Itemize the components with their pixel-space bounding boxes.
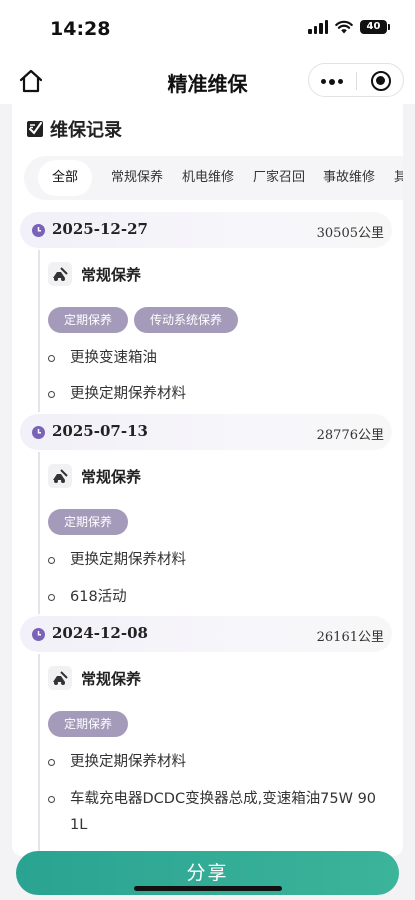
entry-header: 2024-12-08 26161公里 [20,616,392,652]
mini-program-capsule [308,63,404,97]
entry-type-label: 常规保养 [81,265,142,284]
status-icons: 40 [308,20,390,34]
entry-date: 2024-12-08 [52,624,148,642]
tag: 定期保养 [48,509,129,535]
clock-icon [32,628,45,641]
entry-type-label: 常规保养 [81,467,142,486]
bullet-icon [48,355,55,362]
tag: 定期保养 [48,711,129,737]
tab-regular-maintenance[interactable]: 常规保养 [111,156,163,200]
tab-all[interactable]: 全部 [38,160,93,196]
record-icon [27,121,43,137]
status-bar: 14:28 40 [0,0,415,58]
entry-type: 常规保养 [48,262,141,286]
wrench-car-icon [48,666,72,690]
close-mini-program-icon[interactable] [371,71,391,91]
bullet-icon [48,796,55,803]
entry-mileage: 26161公里 [316,630,384,645]
status-time: 14:28 [50,18,111,40]
entry-header: 2025-07-13 28776公里 [20,414,392,450]
wrench-car-icon [48,262,72,286]
more-icon[interactable] [321,78,343,85]
signal-icon [308,20,328,34]
tab-manufacturer-recall[interactable]: 厂家召回 [253,156,305,200]
clock-icon [32,224,45,237]
tag: 传动系统保养 [134,307,239,333]
entry-type-label: 常规保养 [81,669,142,688]
home-indicator [134,886,282,891]
entry-header: 2025-12-27 30505公里 [20,212,392,248]
capsule-divider [356,72,357,90]
battery-icon: 40 [360,20,390,34]
clock-icon [32,426,45,439]
entry-date: 2025-07-13 [52,422,148,440]
section-title: 维保记录 [50,120,122,141]
entry-type: 常规保养 [48,464,141,488]
timeline-line [38,452,40,614]
timeline-line [38,250,40,412]
entry-date: 2025-12-27 [52,220,148,238]
bullet-icon [48,557,55,564]
wrench-car-icon [48,464,72,488]
bullet-icon [48,759,55,766]
entry-type: 常规保养 [48,666,141,690]
nav-bar: 精准维保 [0,58,415,104]
bullet-icon [48,594,55,601]
timeline-line [38,654,40,854]
entry-tags: 定期保养 [48,711,129,737]
section-header: 维保记录 [26,116,122,142]
category-tabs: 全部 常规保养 机电维修 厂家召回 事故维修 其 [24,156,403,200]
entry-tags: 定期保养 传动系统保养 [48,307,239,333]
tab-accident-repair[interactable]: 事故维修 [323,156,375,200]
tab-other[interactable]: 其 [394,156,403,200]
entry-tags: 定期保养 [48,509,129,535]
tab-mechanical-repair[interactable]: 机电维修 [182,156,234,200]
tag: 定期保养 [48,307,129,333]
bullet-icon [48,391,55,398]
entry-mileage: 28776公里 [316,428,384,443]
maintenance-card: 维保记录 全部 常规保养 机电维修 厂家召回 事故维修 其 2025-12-27… [12,104,403,856]
entry-mileage: 30505公里 [316,226,384,241]
wifi-icon [335,20,353,34]
